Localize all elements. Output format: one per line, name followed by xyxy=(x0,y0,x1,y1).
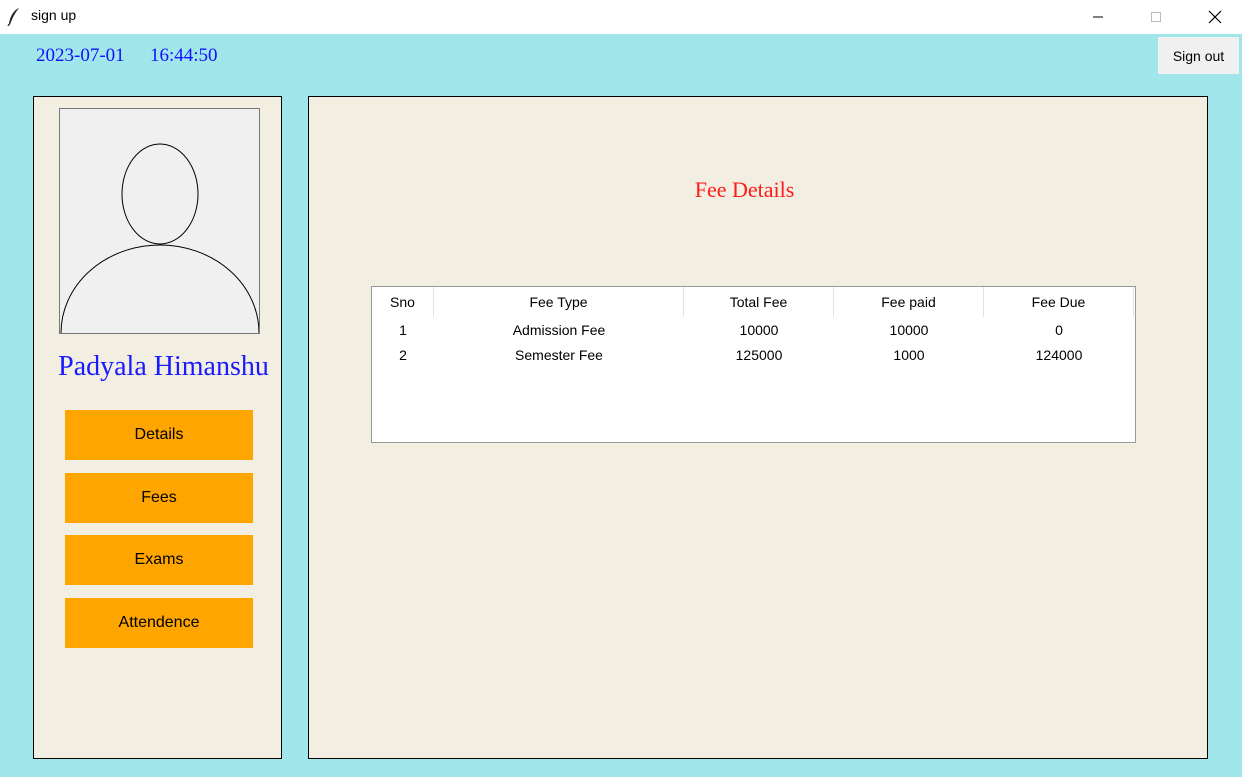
column-header-fee-due[interactable]: Fee Due xyxy=(984,287,1134,317)
column-header-fee-type[interactable]: Fee Type xyxy=(434,287,684,317)
cell-fee-due: 124000 xyxy=(1035,346,1083,363)
minimize-icon xyxy=(1093,16,1103,18)
window-title: sign up xyxy=(31,7,77,23)
cell-total-fee: 10000 xyxy=(739,321,779,338)
cell-fee-due: 0 xyxy=(1055,321,1063,338)
fee-table[interactable]: Sno Fee Type Total Fee Fee paid Fee Due … xyxy=(371,286,1136,443)
user-silhouette-icon xyxy=(60,143,259,333)
minimize-button[interactable] xyxy=(1075,0,1121,34)
close-icon xyxy=(1208,10,1222,24)
fees-button[interactable]: Fees xyxy=(65,473,253,523)
attendence-button[interactable]: Attendence xyxy=(65,598,253,648)
avatar xyxy=(59,108,260,334)
close-button[interactable] xyxy=(1192,0,1238,34)
column-header-total-fee[interactable]: Total Fee xyxy=(684,287,834,317)
user-name: Padyala Himanshu xyxy=(58,351,269,382)
column-header-sno[interactable]: Sno xyxy=(372,287,434,317)
cell-sno: 2 xyxy=(399,346,407,363)
maximize-icon xyxy=(1151,12,1161,22)
exams-button[interactable]: Exams xyxy=(65,535,253,585)
details-button[interactable]: Details xyxy=(65,410,253,460)
cell-fee-paid: 10000 xyxy=(889,321,929,338)
cell-fee-type: Semester Fee xyxy=(515,346,603,363)
time-label: 16:44:50 xyxy=(150,45,218,66)
main-panel: Fee Details Sno Fee Type Total Fee Fee p… xyxy=(308,96,1208,759)
table-row[interactable]: 2 Semester Fee 125000 1000 124000 xyxy=(372,342,1135,367)
table-header: Sno Fee Type Total Fee Fee paid Fee Due xyxy=(372,287,1135,317)
cell-fee-paid: 1000 xyxy=(893,346,925,363)
cell-sno: 1 xyxy=(399,321,407,338)
sign-out-button[interactable]: Sign out xyxy=(1158,37,1239,74)
table-row[interactable]: 1 Admission Fee 10000 10000 0 xyxy=(372,317,1135,342)
page-title: Fee Details xyxy=(694,177,795,202)
sidebar: Padyala Himanshu Details Fees Exams Atte… xyxy=(33,96,282,759)
column-header-fee-paid[interactable]: Fee paid xyxy=(834,287,984,317)
cell-fee-type: Admission Fee xyxy=(512,321,606,338)
maximize-button[interactable] xyxy=(1133,0,1179,34)
feather-icon xyxy=(6,7,22,27)
window-titlebar: sign up xyxy=(0,0,1242,34)
date-label: 2023-07-01 xyxy=(36,45,125,66)
cell-total-fee: 125000 xyxy=(735,346,783,363)
